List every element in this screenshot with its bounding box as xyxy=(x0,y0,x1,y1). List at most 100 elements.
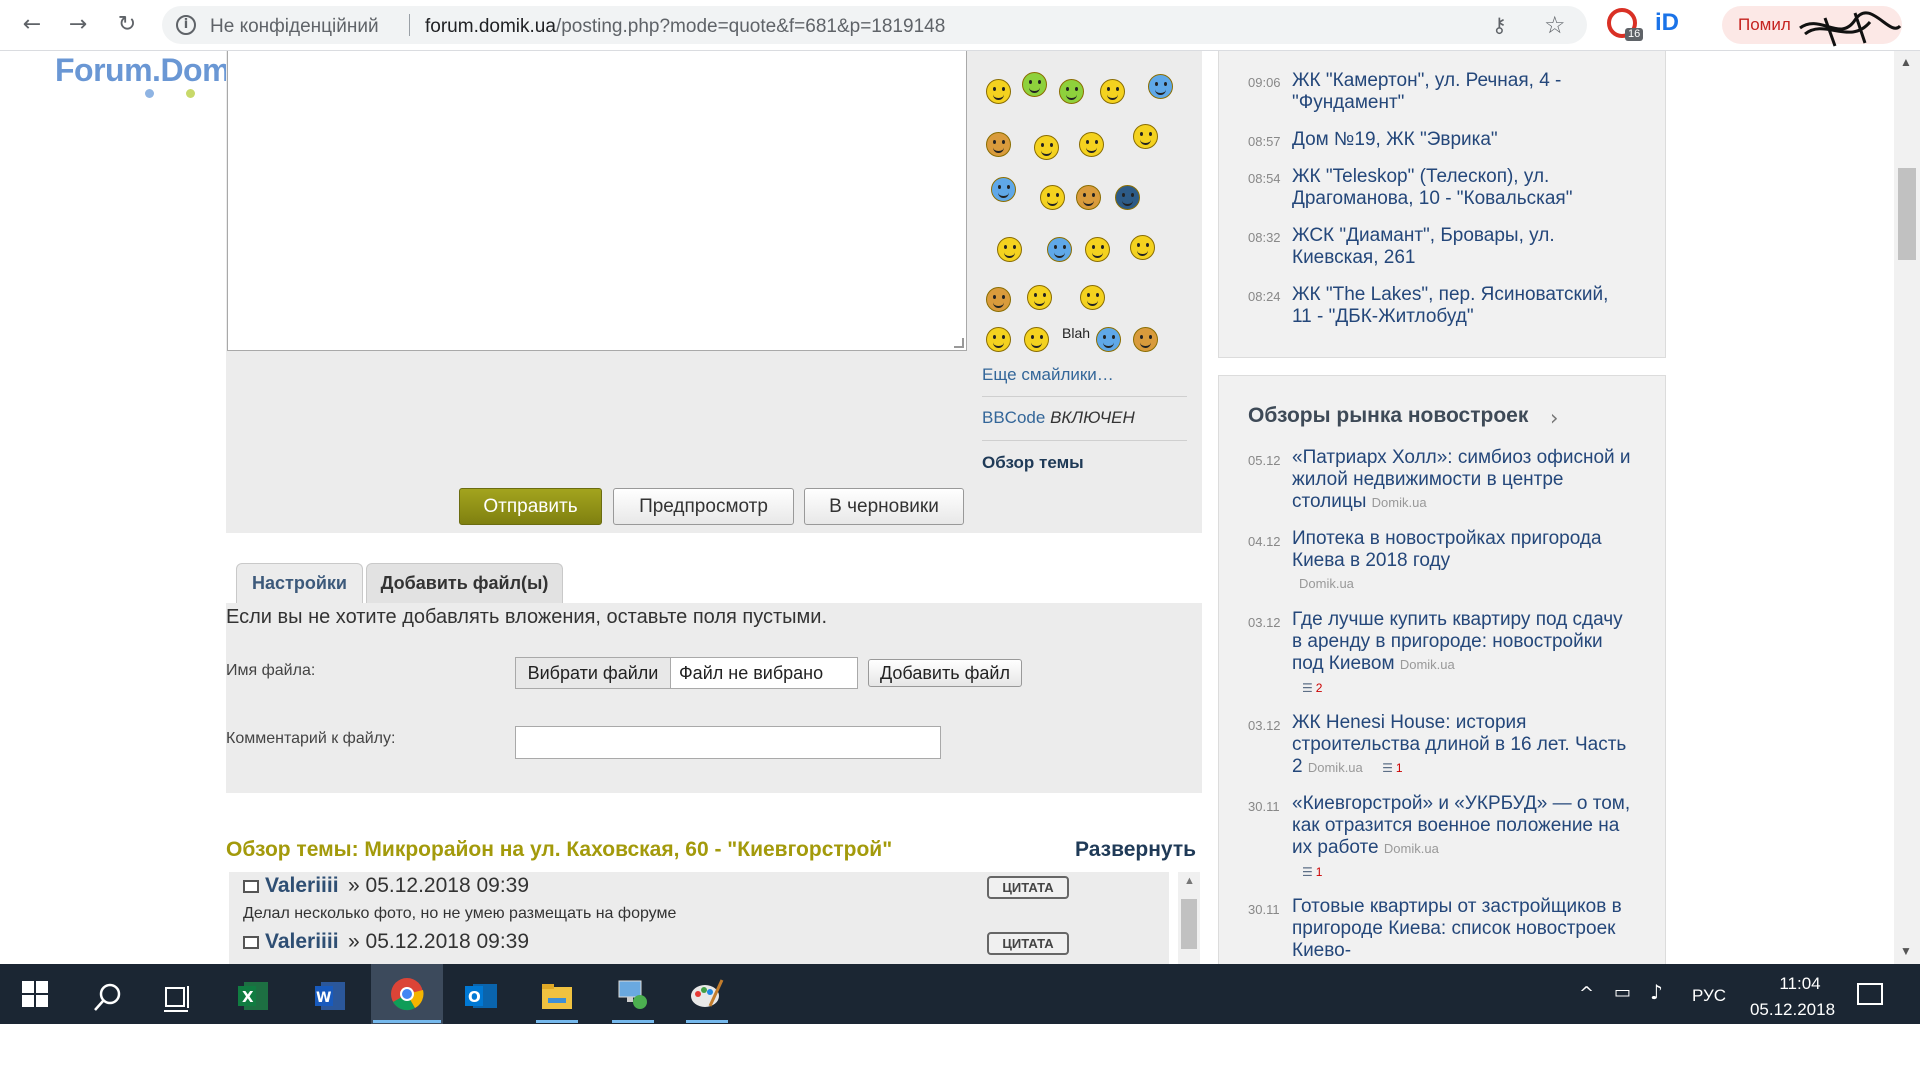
smiley-icon[interactable] xyxy=(1040,185,1065,210)
file-comment-field[interactable] xyxy=(515,726,941,759)
smiley-icon[interactable] xyxy=(1047,237,1072,262)
back-arrow-icon[interactable]: ← xyxy=(18,11,46,39)
message-textarea[interactable] xyxy=(227,51,967,351)
market-item[interactable]: Где лучше купить квартиру под сдачу в ар… xyxy=(1292,609,1632,699)
smiley-icon[interactable] xyxy=(1130,235,1155,260)
chevron-right-icon[interactable]: › xyxy=(1550,406,1558,430)
smiley-icon[interactable] xyxy=(1024,327,1049,352)
smiley-icon[interactable] xyxy=(1027,285,1052,310)
scrollbar-thumb[interactable] xyxy=(1181,899,1197,949)
smiley-icon[interactable] xyxy=(1079,132,1104,157)
comment-count[interactable]: 1 xyxy=(1302,865,1322,879)
clock-date[interactable]: 05.12.2018 xyxy=(1740,1000,1845,1020)
search-icon[interactable] xyxy=(90,980,126,1016)
key-icon[interactable]: ⚷ xyxy=(1492,13,1507,37)
market-item-title[interactable]: «Патриарх Холл»: симбиоз офисной и жилой… xyxy=(1292,447,1631,512)
market-item[interactable]: Ипотека в новостройках пригорода Киева в… xyxy=(1292,528,1632,595)
word-icon[interactable]: W xyxy=(313,978,349,1014)
file-input[interactable]: Вибрати файли Файл не вибрано xyxy=(515,657,858,689)
task-view-icon[interactable] xyxy=(160,980,196,1016)
market-item[interactable]: «Патриарх Холл»: симбиоз офисной и жилой… xyxy=(1292,447,1632,514)
quote-button[interactable]: ЦИТАТА xyxy=(987,932,1069,955)
forward-arrow-icon[interactable]: → xyxy=(64,11,92,39)
url-text[interactable]: forum.domik.ua/posting.php?mode=quote&f=… xyxy=(425,16,945,38)
more-smilies-link[interactable]: Еще смайлики… xyxy=(982,365,1114,385)
smiley-icon[interactable] xyxy=(1085,237,1110,262)
news-link[interactable]: ЖК "Teleskop" (Телескоп), ул. Драгоманов… xyxy=(1292,166,1632,210)
expand-link[interactable]: Развернуть xyxy=(1075,838,1196,862)
market-item-title[interactable]: Ипотека в новостройках пригорода Киева в… xyxy=(1292,528,1602,571)
smiley-icon[interactable] xyxy=(991,177,1016,202)
smiley-icon[interactable] xyxy=(1076,185,1101,210)
notifications-icon[interactable] xyxy=(1857,983,1883,1005)
show-hidden-icons-icon[interactable]: ^ xyxy=(1579,983,1594,1004)
market-item-title[interactable]: Где лучше купить квартиру под сдачу в ар… xyxy=(1292,609,1623,674)
bbcode-label[interactable]: BBCode xyxy=(982,408,1045,427)
tab-settings[interactable]: Настройки xyxy=(236,563,363,603)
extension-block-icon[interactable]: 16 xyxy=(1607,8,1644,41)
info-icon[interactable]: i xyxy=(176,15,196,35)
topic-review-link[interactable]: Обзор темы xyxy=(982,453,1084,473)
comment-count[interactable]: 2 xyxy=(1302,681,1322,695)
add-file-button[interactable]: Добавить файл xyxy=(868,659,1022,687)
smiley-icon[interactable] xyxy=(1100,79,1125,104)
chrome-icon[interactable] xyxy=(389,976,425,1012)
choose-files-button[interactable]: Вибрати файли xyxy=(516,658,671,688)
scroll-down-arrow-icon[interactable]: ▼ xyxy=(1900,944,1912,958)
scrollbar-thumb[interactable] xyxy=(1898,168,1916,260)
smiley-icon[interactable] xyxy=(986,79,1011,104)
smiley-icon[interactable] xyxy=(1133,124,1158,149)
network-icon[interactable]: ▭ xyxy=(1614,982,1631,1003)
smiley-icon[interactable] xyxy=(986,327,1011,352)
market-item[interactable]: ЖК Henesi House: история строительства д… xyxy=(1292,712,1632,779)
smiley-icon[interactable] xyxy=(986,287,1011,312)
market-reviews-heading[interactable]: Обзоры рынка новостроек xyxy=(1248,404,1528,428)
file-explorer-icon[interactable] xyxy=(539,978,575,1014)
post-author[interactable]: Valeriiii xyxy=(265,874,339,898)
star-icon[interactable]: ☆ xyxy=(1544,11,1566,39)
scroll-up-arrow-icon[interactable]: ▲ xyxy=(1900,55,1912,69)
resize-grip[interactable] xyxy=(954,338,964,348)
paint-icon[interactable] xyxy=(688,976,724,1012)
input-language[interactable]: РУС xyxy=(1692,986,1726,1006)
news-link[interactable]: ЖСК "Диамант", Бровары, ул. Киевская, 26… xyxy=(1292,225,1632,269)
network-app-icon[interactable] xyxy=(614,976,650,1012)
blah-smiley-label[interactable]: Blah xyxy=(1062,325,1090,341)
security-label[interactable]: Не конфіденційний xyxy=(210,16,379,38)
address-bar[interactable]: i Не конфіденційний forum.domik.ua/posti… xyxy=(162,6,1587,44)
smiley-icon[interactable] xyxy=(1022,72,1047,97)
outlook-icon[interactable]: O xyxy=(463,978,499,1014)
smiley-icon[interactable] xyxy=(1115,185,1140,210)
clock-time[interactable]: 11:04 xyxy=(1765,974,1835,994)
windows-start-icon[interactable] xyxy=(22,981,58,1017)
smiley-icon[interactable] xyxy=(997,237,1022,262)
smiley-icon[interactable] xyxy=(1059,79,1084,104)
post-author[interactable]: Valeriiii xyxy=(265,930,339,954)
excel-icon[interactable]: X xyxy=(236,978,272,1014)
smiley-icon[interactable] xyxy=(1034,135,1059,160)
bbcode-status[interactable]: BBCode ВКЛЮЧЕН xyxy=(982,408,1135,428)
volume-icon[interactable]: ♪ xyxy=(1650,980,1663,1004)
news-link[interactable]: Дом №19, ЖК "Эврика" xyxy=(1292,129,1632,151)
quote-button[interactable]: ЦИТАТА xyxy=(987,876,1069,899)
scroll-up-arrow-icon[interactable]: ▲ xyxy=(1184,875,1195,887)
smiley-icon[interactable] xyxy=(1096,327,1121,352)
smiley-icon[interactable] xyxy=(986,132,1011,157)
submit-button[interactable]: Отправить xyxy=(459,488,602,525)
market-item[interactable]: Готовые квартиры от застройщиков в приго… xyxy=(1292,896,1632,962)
market-item-title[interactable]: «Киевгорстрой» и «УКРБУД» — о том, как о… xyxy=(1292,793,1630,858)
extension-id-icon[interactable]: iD xyxy=(1655,8,1685,38)
comment-count[interactable]: 1 xyxy=(1382,761,1402,775)
news-link[interactable]: ЖК "Камертон", ул. Речная, 4 - "Фундамен… xyxy=(1292,70,1632,114)
smiley-icon[interactable] xyxy=(1080,285,1105,310)
page-scrollbar[interactable]: ▲ ▼ xyxy=(1894,51,1920,964)
news-link[interactable]: ЖК "The Lakes", пер. Ясиноватский, 11 - … xyxy=(1292,284,1632,328)
tab-add-files[interactable]: Добавить файл(ы) xyxy=(366,563,563,603)
review-scrollbar[interactable]: ▲ xyxy=(1178,872,1200,964)
market-item-title[interactable]: Готовые квартиры от застройщиков в приго… xyxy=(1292,896,1622,961)
reload-icon[interactable]: ↻ xyxy=(113,11,141,39)
preview-button[interactable]: Предпросмотр xyxy=(613,488,794,525)
market-item[interactable]: «Киевгорстрой» и «УКРБУД» — о том, как о… xyxy=(1292,793,1632,883)
save-draft-button[interactable]: В черновики xyxy=(804,488,964,525)
smiley-icon[interactable] xyxy=(1133,327,1158,352)
